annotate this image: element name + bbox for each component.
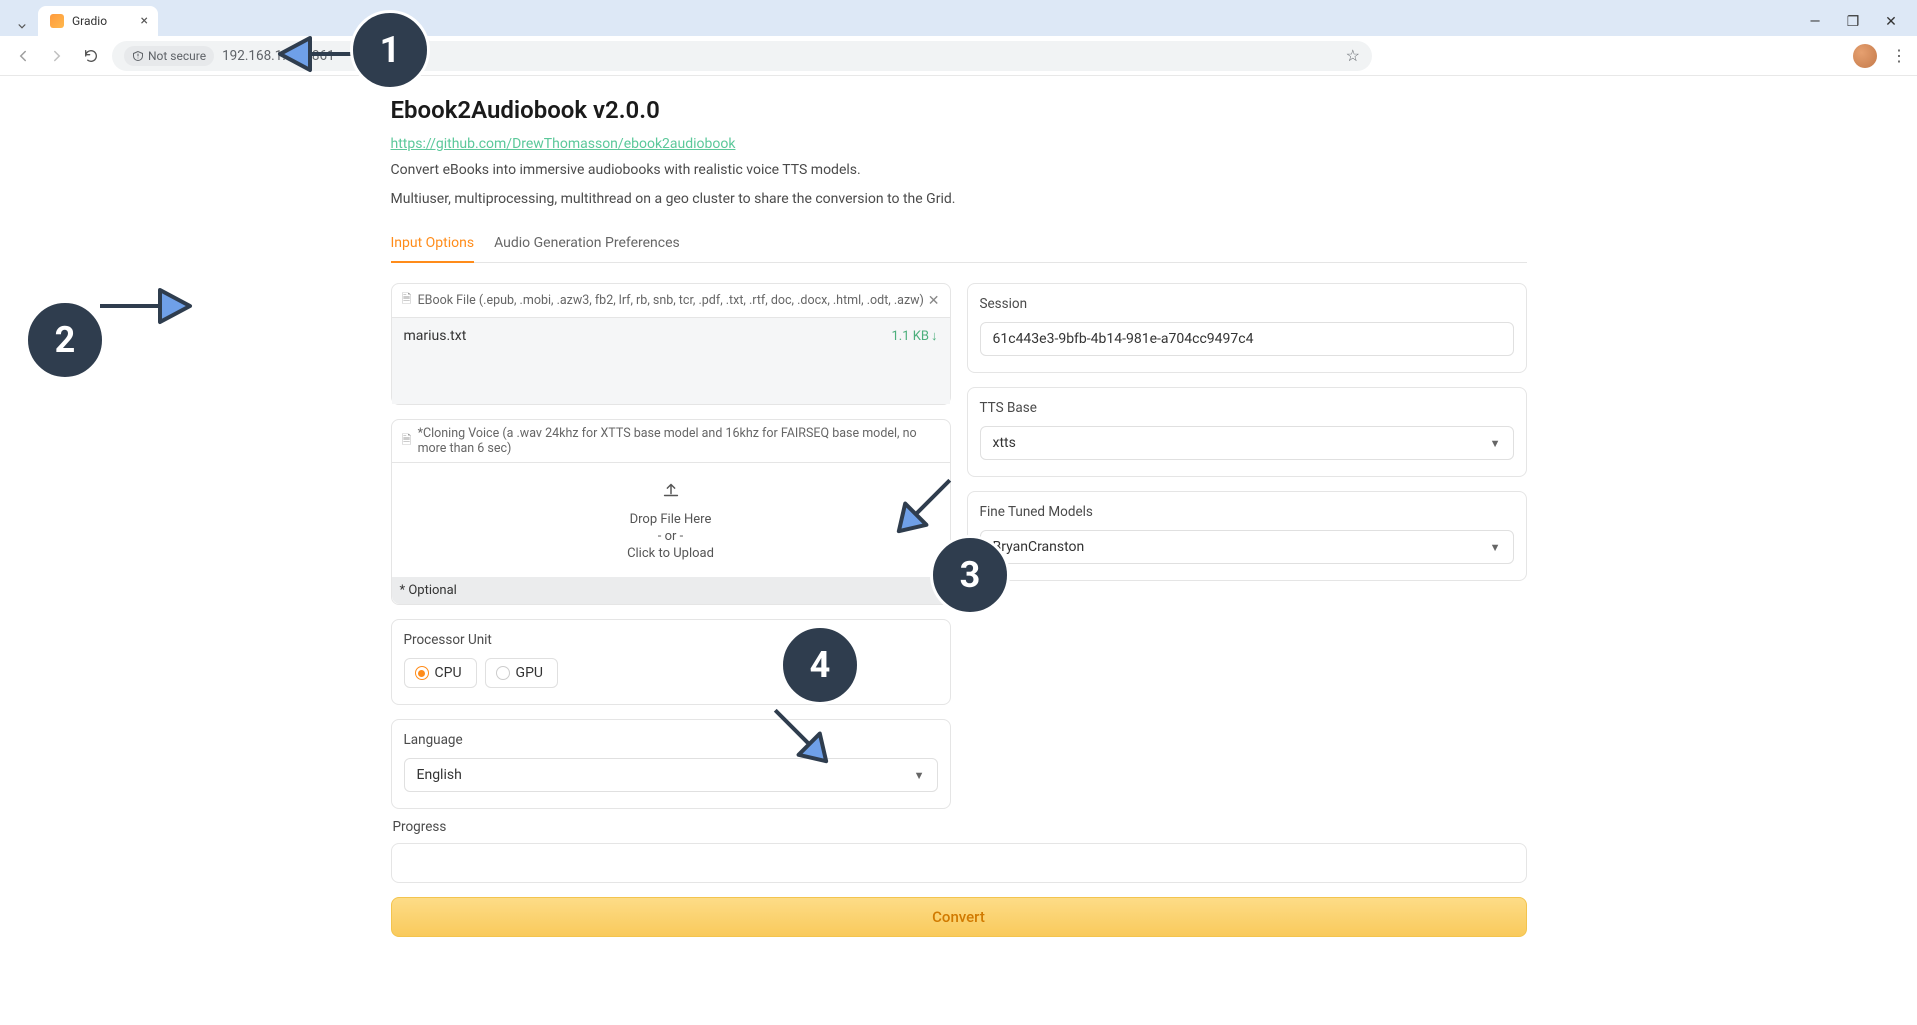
cpu-label: CPU	[435, 665, 462, 681]
url-text: 192.168.1.18:7861	[222, 48, 1338, 64]
radio-cpu[interactable]: CPU	[404, 658, 477, 688]
favicon-icon	[50, 14, 64, 28]
language-label: Language	[404, 732, 938, 748]
annotation-arrow-4	[755, 690, 845, 780]
chevron-down-icon: ▼	[1490, 437, 1501, 450]
clear-file-icon[interactable]: ✕	[928, 293, 940, 309]
language-select[interactable]: English ▼	[404, 758, 938, 792]
tab-title: Gradio	[72, 14, 133, 28]
repo-link[interactable]: https://github.com/DrewThomasson/ebook2a…	[391, 136, 736, 152]
tab-input-options[interactable]: Input Options	[391, 227, 475, 263]
progress-label: Progress	[393, 819, 1525, 835]
tab-close-icon[interactable]: ×	[141, 13, 148, 29]
tab-bar: Input Options Audio Generation Preferenc…	[391, 226, 1527, 263]
annotation-arrow-1	[275, 26, 375, 82]
reload-icon[interactable]	[78, 43, 104, 69]
radio-dot-icon	[415, 666, 429, 680]
tabs-dropdown-icon[interactable]	[12, 16, 32, 36]
page-title: Ebook2Audiobook v2.0.0	[391, 96, 1527, 124]
fine-tuned-select[interactable]: BryanCranston ▼	[980, 530, 1514, 564]
voice-upload-dropzone[interactable]: Drop File Here - or - Click to Upload	[392, 463, 950, 577]
profile-avatar[interactable]	[1853, 44, 1877, 68]
maximize-icon[interactable]: ❐	[1841, 14, 1865, 30]
browser-tab[interactable]: Gradio ×	[38, 6, 158, 36]
ebook-file-panel: 🗎 EBook File (.epub, .mobi, .azw3, fb2, …	[391, 283, 951, 405]
chevron-down-icon: ▼	[914, 769, 925, 782]
ebook-file-label: EBook File (.epub, .mobi, .azw3, fb2, lr…	[418, 293, 924, 308]
progress-block: Progress	[391, 819, 1527, 883]
processor-block: Processor Unit CPU GPU	[391, 619, 951, 705]
forward-icon[interactable]	[44, 43, 70, 69]
language-block: Language English ▼	[391, 719, 951, 809]
uploaded-file-name: marius.txt	[404, 328, 467, 344]
or-text: - or -	[408, 529, 934, 544]
radio-dot-icon	[496, 666, 510, 680]
drop-text: Drop File Here	[408, 512, 934, 527]
tts-base-label: TTS Base	[980, 400, 1514, 416]
description-1: Convert eBooks into immersive audiobooks…	[391, 160, 1527, 181]
click-upload-text: Click to Upload	[408, 546, 934, 561]
uploaded-file-size: 1.1 KB↓	[891, 328, 937, 344]
language-value: English	[417, 767, 462, 783]
tts-base-value: xtts	[993, 435, 1016, 451]
tts-base-block: TTS Base xtts ▼	[967, 387, 1527, 477]
voice-upload-label: *Cloning Voice (a .wav 24khz for XTTS ba…	[418, 426, 940, 456]
not-secure-label: Not secure	[148, 49, 206, 63]
minimize-icon[interactable]: —	[1803, 14, 1827, 30]
fine-tuned-block: Fine Tuned Models BryanCranston ▼	[967, 491, 1527, 581]
fine-tuned-label: Fine Tuned Models	[980, 504, 1514, 520]
session-value: 61c443e3-9bfb-4b14-981e-a704cc9497c4	[993, 331, 1254, 347]
tts-base-select[interactable]: xtts ▼	[980, 426, 1514, 460]
optional-label: * Optional	[392, 577, 950, 604]
not-secure-chip[interactable]: Not secure	[124, 46, 214, 66]
upload-icon	[408, 479, 934, 506]
convert-button[interactable]: Convert	[391, 897, 1527, 937]
close-window-icon[interactable]: ✕	[1879, 14, 1903, 30]
chevron-down-icon: ▼	[1490, 541, 1501, 554]
back-icon[interactable]	[10, 43, 36, 69]
session-block: Session 61c443e3-9bfb-4b14-981e-a704cc94…	[967, 283, 1527, 373]
bookmark-icon[interactable]: ☆	[1346, 46, 1360, 65]
session-input[interactable]: 61c443e3-9bfb-4b14-981e-a704cc9497c4	[980, 322, 1514, 356]
gpu-label: GPU	[516, 665, 543, 681]
ebook-file-entry[interactable]: marius.txt 1.1 KB↓	[392, 318, 950, 404]
radio-gpu[interactable]: GPU	[485, 658, 558, 688]
kebab-menu-icon[interactable]: ⋮	[1891, 46, 1907, 65]
processor-label: Processor Unit	[404, 632, 938, 648]
voice-upload-panel: 🗎 *Cloning Voice (a .wav 24khz for XTTS …	[391, 419, 951, 605]
annotation-arrow-2	[95, 278, 195, 334]
file-icon: 🗎	[402, 290, 412, 311]
session-label: Session	[980, 296, 1514, 312]
tab-audio-preferences[interactable]: Audio Generation Preferences	[494, 227, 680, 263]
file-icon: 🗎	[402, 431, 412, 452]
annotation-arrow-3	[880, 460, 970, 550]
description-2: Multiuser, multiprocessing, multithread …	[391, 189, 1527, 210]
progress-box	[391, 843, 1527, 883]
fine-tuned-value: BryanCranston	[993, 539, 1085, 555]
